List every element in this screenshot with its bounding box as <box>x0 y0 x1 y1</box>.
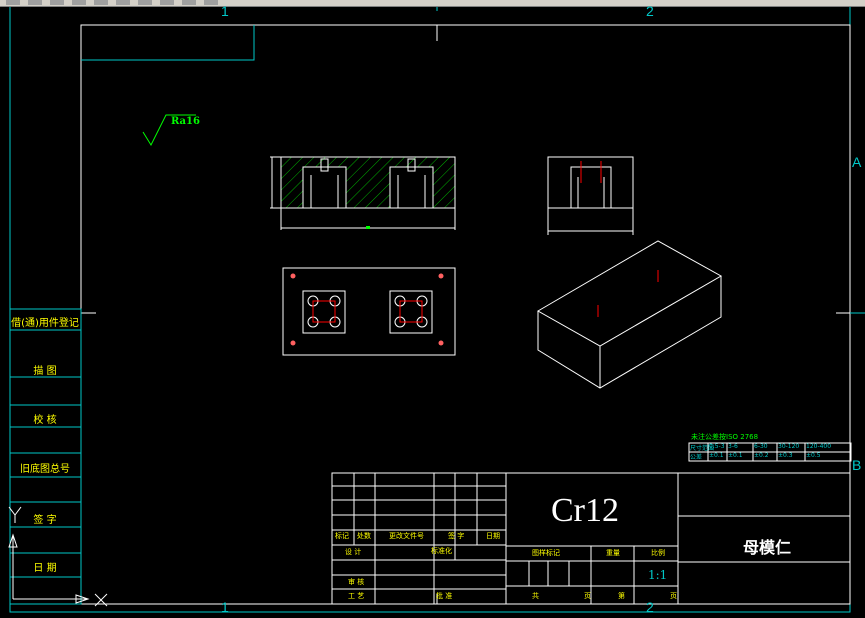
zone-bottom-2: 2 <box>646 599 654 615</box>
drawing-canvas <box>8 7 865 613</box>
side-row-trace: 描 图 <box>33 366 57 377</box>
side-row-date: 日 期 <box>33 563 57 574</box>
tb-scale-label: 比例 <box>651 549 665 557</box>
side-row-sign: 签 字 <box>33 515 57 526</box>
zone-top-2: 2 <box>646 3 654 19</box>
match-icon[interactable] <box>182 0 196 5</box>
front-section-view <box>270 156 456 230</box>
side-row-register: 借(通)用件登记 <box>11 318 79 329</box>
isometric-view <box>536 240 723 389</box>
tolerance-header-cell-1: 0.5-3 <box>709 443 725 450</box>
tolerance-header-cell-5: 120-400 <box>806 443 832 450</box>
tb-stage-mark: 图样标记 <box>532 549 560 557</box>
scale-value: 1:1 <box>648 568 668 582</box>
tolerance-value-cell-1: ±0.1 <box>709 452 724 459</box>
layer-icon[interactable] <box>138 0 152 5</box>
tolerance-value-cell-4: ±0.3 <box>778 452 793 459</box>
side-row-check: 校 核 <box>33 415 57 426</box>
tolerance-value-cell-0: 公差 <box>690 454 703 461</box>
tolerance-title: 未注公差按ISO 2768 <box>691 433 759 441</box>
top-left-field <box>81 25 255 61</box>
zone-right-b: B <box>852 457 862 473</box>
inner-frame <box>80 24 851 605</box>
undo-icon[interactable] <box>50 0 64 5</box>
open-icon[interactable] <box>6 0 20 5</box>
side-row-old-number: 旧底图总号 <box>20 464 70 475</box>
tolerance-value-cell-3: ±0.2 <box>754 452 769 459</box>
zone-bottom-1: 1 <box>221 599 229 615</box>
save-icon[interactable] <box>28 0 42 5</box>
tb-count: 处数 <box>357 532 371 540</box>
tb-date: 日期 <box>486 532 500 540</box>
part-name-label: 母模仁 <box>743 538 792 557</box>
tb-design: 设 计 <box>345 548 362 556</box>
zoom-icon[interactable] <box>116 0 130 5</box>
redo-icon[interactable] <box>72 0 86 5</box>
tolerance-header-cell-4: 30-120 <box>778 443 800 450</box>
tolerance-value-cell-5: ±0.5 <box>806 452 821 459</box>
tb-sheet-unit2: 页 <box>670 592 677 600</box>
tb-standardize: 标准化 <box>431 547 452 555</box>
tolerance-header-cell-3: 6-30 <box>754 443 768 450</box>
properties-icon[interactable] <box>160 0 174 5</box>
tb-mark: 标记 <box>335 532 349 540</box>
tb-sheet-unit: 页 <box>584 592 591 600</box>
zone-right-a: A <box>852 154 862 170</box>
zone-top-1: 1 <box>221 3 229 19</box>
tb-approve: 批 准 <box>436 592 453 600</box>
tolerance-header-cell-2: 3-6 <box>728 443 738 450</box>
tb-sheet-total: 共 <box>532 592 539 600</box>
cad-toolbar <box>0 0 865 7</box>
tb-sheet-no: 第 <box>618 592 625 600</box>
outer-frame <box>9 7 851 613</box>
tolerance-value-cell-2: ±0.1 <box>728 452 743 459</box>
tb-change-doc: 更改文件号 <box>389 532 424 540</box>
pan-icon[interactable] <box>94 0 108 5</box>
top-view <box>282 267 456 356</box>
tb-weight: 重量 <box>606 549 620 557</box>
material-label: Cr12 <box>551 492 619 529</box>
tb-sign: 签 字 <box>448 532 465 540</box>
help-icon[interactable] <box>204 0 218 5</box>
roughness-label: Ra16 <box>171 116 200 127</box>
tb-process: 工 艺 <box>348 592 365 600</box>
side-view <box>547 156 634 235</box>
tb-review: 审 核 <box>348 578 365 586</box>
